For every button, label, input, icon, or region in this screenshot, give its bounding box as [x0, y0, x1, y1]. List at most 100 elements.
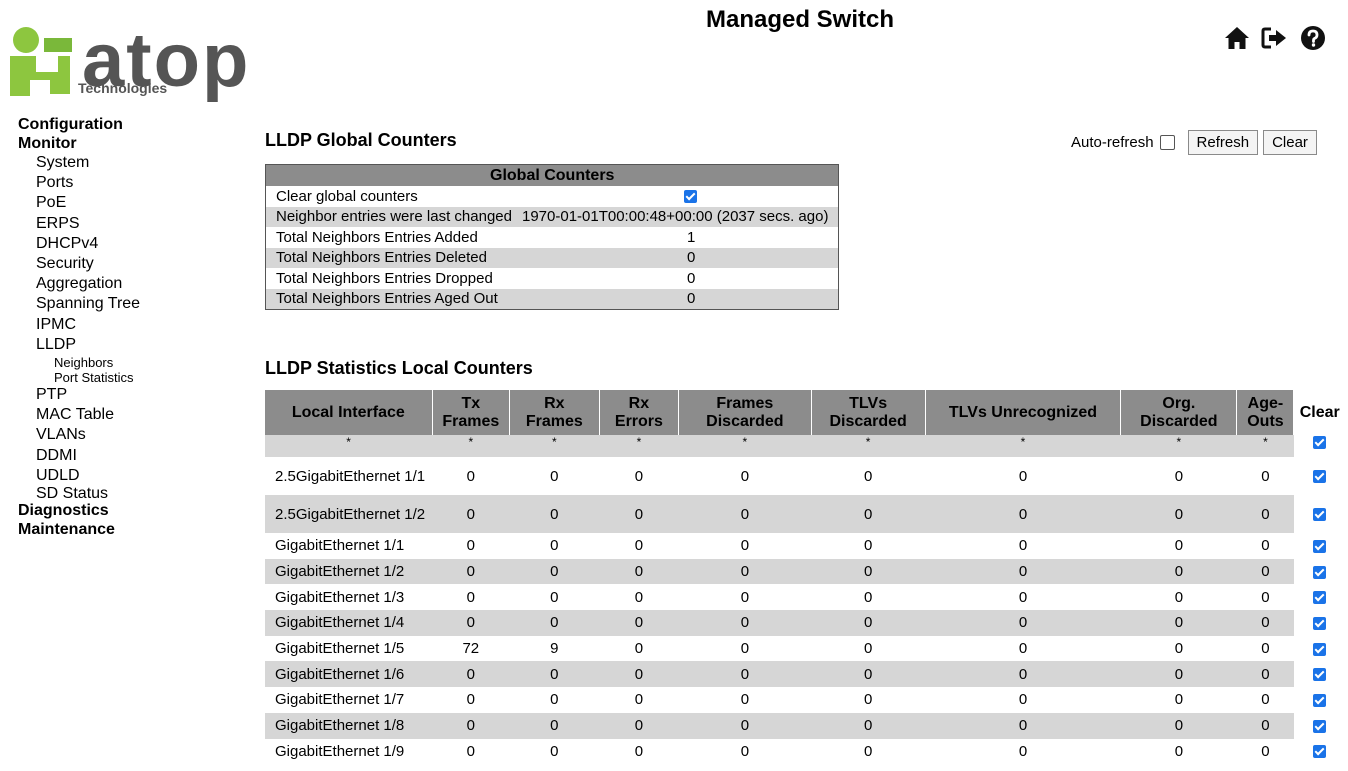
- rx-errors-cell: 0: [599, 661, 679, 688]
- tlvs-discarded-cell: 0: [811, 610, 926, 636]
- header-icons: [1223, 24, 1327, 52]
- clear-row-checkbox[interactable]: [1312, 668, 1326, 682]
- col-clear: Clear: [1293, 390, 1345, 435]
- rx-errors-cell: 0: [599, 610, 679, 636]
- row-value-text: 0: [686, 269, 696, 287]
- clear-row-checkbox[interactable]: [1312, 642, 1326, 656]
- clear-row-checkbox[interactable]: [1312, 470, 1326, 484]
- rx-errors-cell: 0: [599, 635, 679, 662]
- tlvs-discarded-cell: 0: [811, 495, 926, 533]
- table-row: Total Neighbors Entries Aged Out 0: [265, 288, 839, 310]
- local-counters-body: * * * * * * * * * 2.5GigabitEthernet 1/1…: [265, 435, 1345, 765]
- tlvs-unrecognized-cell: 0: [925, 558, 1121, 585]
- nav-lldp[interactable]: LLDP: [18, 335, 238, 355]
- nav-dhcpv4[interactable]: DHCPv4: [18, 234, 238, 254]
- nav-ports[interactable]: Ports: [18, 173, 238, 193]
- table-row: 2.5GigabitEthernet 1/1 0 0 0 0 0 0 0 0: [265, 457, 1345, 495]
- tlvs-unrecognized-cell: 0: [925, 495, 1121, 533]
- clear-row-checkbox[interactable]: [1312, 591, 1326, 605]
- tlvs-discarded-cell: 0: [811, 687, 926, 713]
- tlvs-discarded-cell: 0: [811, 533, 926, 559]
- col-tlvs-unrecognized: TLVs Unrecognized: [924, 390, 1121, 435]
- local-counters-title: LLDP Statistics Local Counters: [265, 358, 533, 378]
- refresh-button[interactable]: Refresh: [1187, 130, 1259, 155]
- nav-maintenance[interactable]: Maintenance: [18, 520, 238, 539]
- iface-cell: GigabitEthernet 1/1: [265, 533, 433, 559]
- clear-row-checkbox[interactable]: [1312, 565, 1326, 579]
- rx-errors-cell: 0: [599, 533, 679, 559]
- clear-global-counters-checkbox[interactable]: [683, 190, 697, 204]
- nav-diagnostics[interactable]: Diagnostics: [18, 501, 238, 520]
- tx-frames-cell: 0: [432, 533, 510, 559]
- row-value-text: 1: [686, 228, 696, 246]
- nav-erps[interactable]: ERPS: [18, 214, 238, 234]
- help-icon[interactable]: [1299, 24, 1327, 52]
- row-value: 1: [521, 227, 839, 248]
- nav-sd-status[interactable]: SD Status: [18, 486, 238, 502]
- clear-row-checkbox[interactable]: [1312, 539, 1326, 553]
- clear-all-checkbox[interactable]: [1312, 436, 1326, 450]
- nav-lldp-neighbors[interactable]: Neighbors: [18, 355, 238, 370]
- age-outs-cell: 0: [1236, 457, 1294, 495]
- wildcard-cell: *: [599, 435, 679, 457]
- tx-frames-cell: 0: [432, 687, 510, 713]
- rx-frames-cell: 0: [509, 533, 600, 559]
- table-row: GigabitEthernet 1/6 0 0 0 0 0 0 0 0: [265, 661, 1345, 688]
- clear-cell: [1293, 610, 1345, 636]
- table-row: GigabitEthernet 1/3 0 0 0 0 0 0 0 0: [265, 584, 1345, 611]
- tlvs-unrecognized-cell: 0: [925, 661, 1121, 688]
- nav-spanning-tree[interactable]: Spanning Tree: [18, 294, 238, 314]
- row-value: 0: [521, 288, 839, 310]
- home-icon[interactable]: [1223, 24, 1251, 52]
- col-org-discarded: Org. Discarded: [1120, 390, 1237, 435]
- rx-frames-cell: 0: [509, 661, 600, 688]
- nav-security[interactable]: Security: [18, 254, 238, 274]
- nav-ipmc[interactable]: IPMC: [18, 315, 238, 335]
- tlvs-unrecognized-cell: 0: [925, 687, 1121, 713]
- clear-row-checkbox[interactable]: [1312, 508, 1326, 522]
- frames-discarded-cell: 0: [678, 738, 812, 765]
- iface-cell: GigabitEthernet 1/8: [265, 712, 433, 739]
- tlvs-unrecognized-cell: 0: [925, 610, 1121, 636]
- nav-mac-table[interactable]: MAC Table: [18, 405, 238, 425]
- clear-global-counters-checkbox-cell: [521, 186, 839, 207]
- row-value-text: 0: [686, 249, 696, 267]
- clear-cell: [1293, 712, 1345, 739]
- frames-discarded-cell: 0: [678, 635, 812, 662]
- nav-aggregation[interactable]: Aggregation: [18, 274, 238, 294]
- nav-ddmi[interactable]: DDMI: [18, 446, 238, 466]
- clear-row-checkbox[interactable]: [1312, 719, 1326, 733]
- frames-discarded-cell: 0: [678, 712, 812, 739]
- clear-button[interactable]: Clear: [1263, 130, 1317, 155]
- nav-vlans[interactable]: VLANs: [18, 425, 238, 445]
- iface-cell: GigabitEthernet 1/2: [265, 558, 433, 585]
- nav-monitor[interactable]: Monitor: [18, 134, 238, 153]
- clear-row-checkbox[interactable]: [1312, 616, 1326, 630]
- tlvs-discarded-cell: 0: [811, 558, 926, 585]
- logout-icon[interactable]: [1261, 24, 1289, 52]
- clear-cell: [1293, 635, 1345, 662]
- clear-row-checkbox[interactable]: [1312, 745, 1326, 759]
- org-discarded-cell: 0: [1120, 661, 1237, 688]
- org-discarded-cell: 0: [1120, 635, 1237, 662]
- logo-mark-icon: [10, 27, 72, 96]
- nav-configuration[interactable]: Configuration: [18, 115, 238, 134]
- col-local-interface: Local Interface: [265, 390, 433, 435]
- rx-frames-cell: 0: [509, 584, 600, 611]
- clear-cell: [1293, 661, 1345, 688]
- nav-lldp-port-statistics[interactable]: Port Statistics: [18, 370, 238, 385]
- org-discarded-cell: 0: [1120, 712, 1237, 739]
- refresh-toolbar: Auto-refresh Refresh Clear: [1071, 130, 1317, 155]
- nav-udld[interactable]: UDLD: [18, 466, 238, 486]
- iface-cell: GigabitEthernet 1/7: [265, 687, 433, 713]
- auto-refresh-checkbox[interactable]: [1159, 135, 1175, 150]
- clear-row-checkbox[interactable]: [1312, 694, 1326, 707]
- clear-cell: [1293, 495, 1345, 533]
- nav-poe[interactable]: PoE: [18, 193, 238, 213]
- age-outs-cell: 0: [1236, 610, 1294, 636]
- nav-ptp[interactable]: PTP: [18, 385, 238, 405]
- org-discarded-cell: 0: [1120, 687, 1237, 713]
- age-outs-cell: 0: [1236, 687, 1294, 713]
- row-value: 0: [521, 268, 839, 289]
- nav-system[interactable]: System: [18, 153, 238, 173]
